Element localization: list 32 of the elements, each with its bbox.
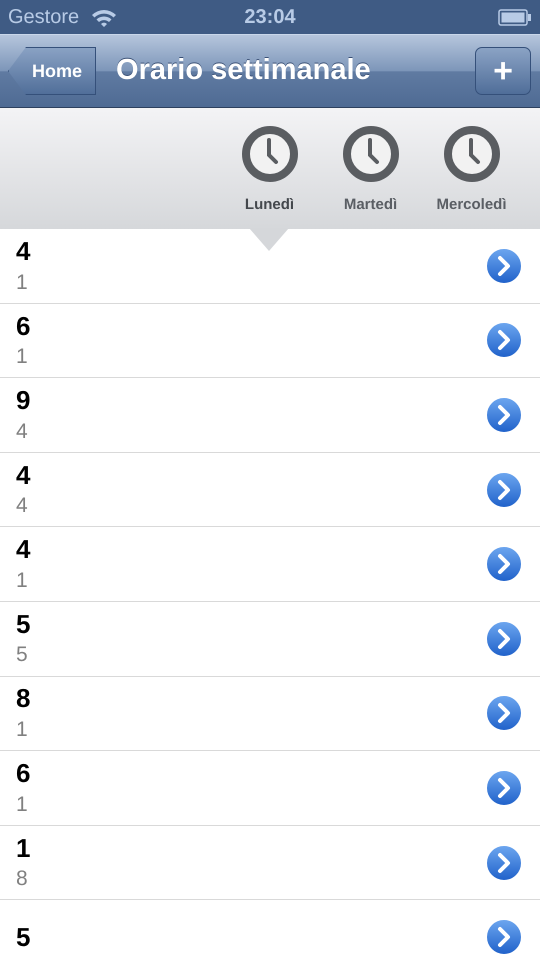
row-title: 4 <box>16 535 30 564</box>
day-tab[interactable]: Mercoledì <box>421 108 522 251</box>
screen-title: Orario settimanale <box>116 53 371 88</box>
row-subtitle: 1 <box>16 270 29 295</box>
clock-icon <box>444 126 500 182</box>
battery-icon <box>498 8 532 26</box>
row-title: 9 <box>16 386 30 415</box>
day-tab[interactable]: Martedì <box>320 108 421 251</box>
day-tab[interactable]: Lunedì <box>219 108 320 251</box>
add-button[interactable]: + <box>475 47 531 95</box>
row-subtitle: 1 <box>16 792 29 817</box>
row-subtitle: 1 <box>16 717 29 742</box>
clock-icon <box>342 126 398 182</box>
row-subtitle: 1 <box>16 568 29 594</box>
row-subtitle: 4 <box>16 493 29 518</box>
row-title: 4 <box>16 236 30 266</box>
back-button[interactable]: Home <box>8 47 96 95</box>
row-title: 6 <box>16 759 30 788</box>
row-title: 5 <box>16 610 30 638</box>
row-title: 1 <box>16 834 30 862</box>
carrier-name: Gestore <box>8 5 80 30</box>
row-subtitle: 5 <box>16 642 29 668</box>
row-subtitle: 8 <box>16 866 29 892</box>
row-title: 5 <box>16 922 30 952</box>
row-title: 8 <box>16 684 30 714</box>
row-subtitle: 1 <box>16 344 29 370</box>
wifi-icon <box>91 8 118 26</box>
clock-icon <box>242 126 298 182</box>
row-title: 6 <box>16 312 30 340</box>
clock-time: 23:04 <box>244 5 296 30</box>
row-title: 4 <box>16 460 30 490</box>
row-subtitle: 4 <box>16 418 29 444</box>
